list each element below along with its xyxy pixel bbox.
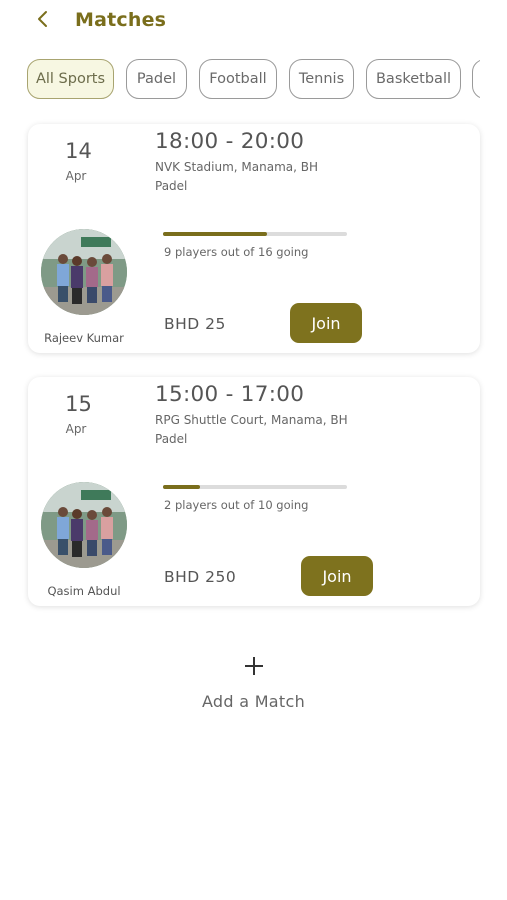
players-progress-fill xyxy=(163,232,267,236)
match-sport: Padel xyxy=(155,179,188,193)
join-button[interactable]: Join xyxy=(301,556,373,596)
match-sport: Padel xyxy=(155,432,188,446)
filter-chip-tennis[interactable]: Tennis xyxy=(289,59,354,99)
match-day: 15 xyxy=(65,392,92,416)
add-match-label: Add a Match xyxy=(201,692,306,711)
host-avatar xyxy=(41,229,127,315)
match-time: 18:00 - 20:00 xyxy=(155,129,305,154)
match-card[interactable]: 15 Apr 15:00 - 17:00 RPG Shuttle Court, … xyxy=(28,377,480,606)
join-button[interactable]: Join xyxy=(290,303,362,343)
match-price: BHD 25 xyxy=(164,315,226,333)
filter-chip-all-sports[interactable]: All Sports xyxy=(27,59,114,99)
players-progress-fill xyxy=(163,485,200,489)
match-venue: RPG Shuttle Court, Manama, BH xyxy=(155,413,348,427)
players-going-text: 9 players out of 16 going xyxy=(164,245,309,259)
filter-chip-padel[interactable]: Padel xyxy=(126,59,187,99)
match-month: Apr xyxy=(65,422,87,436)
app-header: Matches xyxy=(0,0,507,44)
host-name: Qasim Abdul xyxy=(47,584,121,598)
plus-icon xyxy=(245,657,263,675)
match-day: 14 xyxy=(65,139,92,163)
players-going-text: 2 players out of 10 going xyxy=(164,498,309,512)
match-card[interactable]: 14 Apr 18:00 - 20:00 NVK Stadium, Manama… xyxy=(28,124,480,353)
match-time: 15:00 - 17:00 xyxy=(155,382,305,407)
players-progress-bar xyxy=(163,485,347,489)
page-title: Matches xyxy=(75,9,167,31)
back-button[interactable] xyxy=(34,8,56,32)
filter-chip-basketball[interactable]: Basketball xyxy=(366,59,461,99)
host-name: Rajeev Kumar xyxy=(44,331,124,345)
chevron-left-icon xyxy=(38,11,47,27)
add-match-button[interactable]: Add a Match xyxy=(180,652,327,722)
match-price: BHD 250 xyxy=(164,568,237,586)
filter-chip-football[interactable]: Football xyxy=(199,59,277,99)
match-month: Apr xyxy=(65,169,87,183)
players-progress-bar xyxy=(163,232,347,236)
match-venue: NVK Stadium, Manama, BH xyxy=(155,160,319,174)
filter-chip-more[interactable] xyxy=(472,59,480,99)
host-avatar xyxy=(41,482,127,568)
sport-filter-bar[interactable]: All Sports Padel Football Tennis Basketb… xyxy=(27,58,480,102)
